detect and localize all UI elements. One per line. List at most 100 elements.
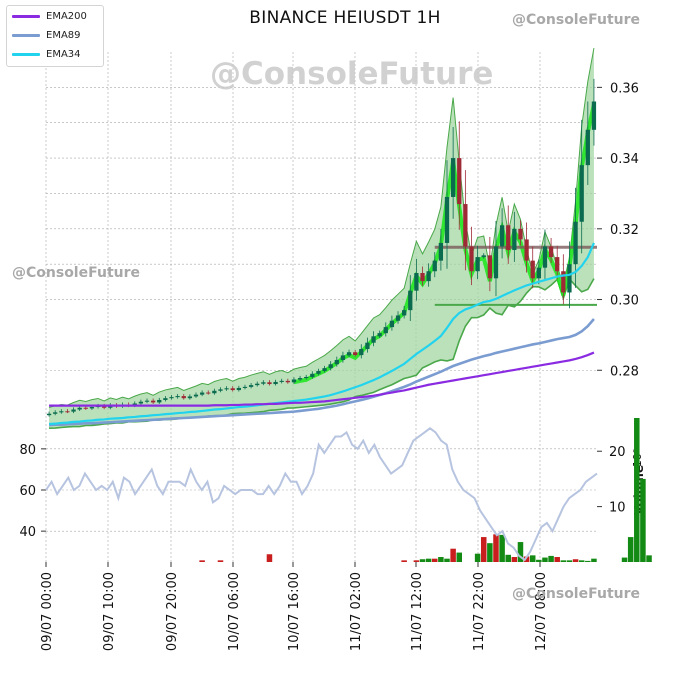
x-tick-label: 10/07 06:00 bbox=[227, 572, 242, 651]
legend: EMA200 EMA89 EMA34 bbox=[6, 5, 104, 67]
candle-body bbox=[506, 225, 511, 251]
candle-body bbox=[53, 412, 58, 414]
volume-bar bbox=[425, 558, 432, 562]
candle-body bbox=[181, 396, 186, 399]
candle-body bbox=[138, 401, 144, 404]
volume-bar bbox=[438, 557, 444, 562]
volume-bar bbox=[401, 560, 407, 562]
volume-bar bbox=[548, 555, 554, 562]
candle-body bbox=[371, 336, 376, 343]
price-tick-label: 0.28 bbox=[610, 364, 639, 379]
candle-body bbox=[493, 246, 499, 279]
candle-body bbox=[389, 320, 395, 328]
candle-body bbox=[279, 380, 284, 382]
candle-body bbox=[71, 409, 76, 412]
candle-body bbox=[463, 204, 468, 247]
volume-bar bbox=[542, 557, 548, 562]
legend-item-ema89: EMA89 bbox=[7, 26, 103, 44]
volume-bar bbox=[634, 418, 640, 562]
x-tick-label: 11/07 02:00 bbox=[349, 572, 364, 651]
candle-body bbox=[395, 315, 401, 321]
candle-body bbox=[548, 246, 554, 258]
candle-body bbox=[457, 158, 462, 205]
candle-body bbox=[273, 381, 278, 385]
oscillator-line bbox=[45, 427, 598, 562]
candle-body bbox=[573, 221, 578, 265]
volume-bar bbox=[578, 560, 585, 562]
candle-body bbox=[536, 267, 541, 279]
candle-body bbox=[65, 411, 70, 413]
price-tick-label: 0.34 bbox=[610, 152, 639, 167]
x-tick-label: 09/07 10:00 bbox=[102, 572, 117, 651]
osc-tick-label: 80 bbox=[19, 443, 36, 458]
candle-body bbox=[432, 260, 437, 272]
watermark-left: @ConsoleFuture bbox=[12, 265, 140, 281]
legend-label-ema200: EMA200 bbox=[46, 10, 87, 22]
candle-body bbox=[297, 378, 303, 380]
watermark-bottom-right: @ConsoleFuture bbox=[512, 586, 640, 602]
price-tick-label: 0.36 bbox=[610, 81, 639, 96]
candle-body bbox=[316, 370, 321, 374]
volume-bar bbox=[480, 537, 487, 562]
candle-body bbox=[450, 158, 456, 197]
candle-body bbox=[475, 257, 480, 272]
volume-bar bbox=[505, 554, 511, 562]
candle-body bbox=[199, 392, 205, 395]
candle-body bbox=[469, 246, 474, 272]
candle-body bbox=[567, 264, 572, 293]
candle-body bbox=[224, 388, 229, 390]
volume-tick-label: 10 bbox=[609, 501, 626, 516]
candle-body bbox=[261, 382, 266, 384]
price-tick-label: 0.30 bbox=[610, 294, 639, 309]
volume-bar bbox=[217, 560, 224, 562]
volume-bar bbox=[419, 559, 426, 562]
volume-bar bbox=[499, 534, 505, 562]
volume-bar bbox=[511, 557, 518, 562]
osc-tick-label: 60 bbox=[19, 484, 36, 499]
candle-body bbox=[591, 101, 597, 130]
candle-body bbox=[359, 349, 364, 356]
candle-body bbox=[236, 387, 241, 391]
volume-bar bbox=[432, 558, 438, 562]
candle-body bbox=[193, 394, 199, 397]
candle-body bbox=[408, 290, 413, 311]
candle-body bbox=[212, 390, 217, 394]
volume-bar bbox=[413, 560, 420, 562]
volume-bar bbox=[444, 558, 450, 562]
candle-body bbox=[322, 368, 327, 371]
candle-body bbox=[420, 273, 425, 282]
candle-body bbox=[242, 386, 248, 388]
legend-swatch-ema89 bbox=[12, 33, 40, 37]
volume-bar bbox=[554, 557, 560, 562]
candle-body bbox=[291, 379, 297, 383]
legend-swatch-ema34 bbox=[12, 52, 40, 56]
candle-body bbox=[365, 342, 370, 350]
candle-body bbox=[481, 255, 486, 258]
candle-body bbox=[230, 388, 235, 391]
candle-body bbox=[218, 389, 223, 391]
candle-body bbox=[512, 228, 517, 251]
candle-body bbox=[377, 333, 382, 337]
candle-body bbox=[157, 399, 162, 403]
volume-bar bbox=[199, 560, 205, 562]
candle-body bbox=[542, 246, 548, 268]
candle-body bbox=[285, 380, 290, 383]
volume-bar bbox=[566, 560, 573, 562]
volume-bar bbox=[591, 558, 597, 562]
candle-body bbox=[255, 383, 260, 386]
candle-body bbox=[487, 255, 493, 279]
legend-item-ema34: EMA34 bbox=[7, 45, 103, 63]
candle-body bbox=[518, 228, 523, 240]
candle-body bbox=[248, 385, 254, 387]
legend-swatch-ema200 bbox=[12, 14, 40, 18]
candle-body bbox=[163, 398, 168, 400]
legend-label-ema89: EMA89 bbox=[46, 29, 81, 41]
candle-body bbox=[59, 411, 64, 413]
volume-bar bbox=[572, 559, 579, 562]
candle-body bbox=[150, 400, 156, 403]
candle-body bbox=[353, 352, 358, 356]
candle-body bbox=[89, 407, 95, 409]
candle-body bbox=[267, 382, 272, 385]
candle-body bbox=[144, 400, 150, 402]
candle-body bbox=[175, 396, 180, 398]
